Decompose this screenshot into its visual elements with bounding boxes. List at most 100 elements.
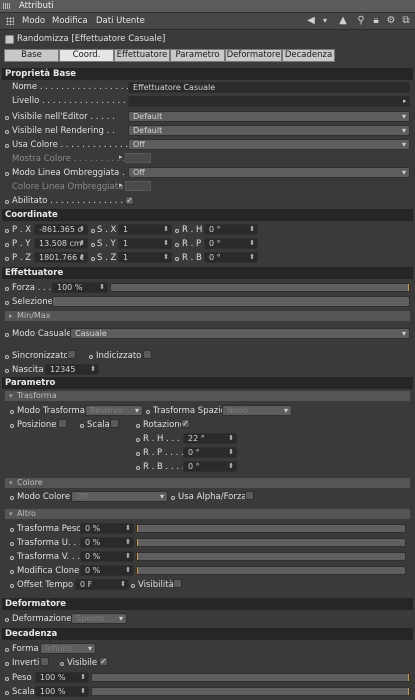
keyframe-dot-icon[interactable] [5,243,9,247]
slider-marker[interactable] [137,525,138,532]
modo-trasforma-select[interactable]: Relativo [85,405,143,416]
modo-casuale-select[interactable]: Casuale [70,328,410,339]
scala-slider-marker[interactable] [408,688,409,695]
expand-arrow-icon[interactable]: ▾ [9,509,13,519]
abilitato-checkbox[interactable]: ✓ [125,196,134,205]
keyframe-dot-icon[interactable] [91,243,95,247]
scala-decadenza-field[interactable]: 100 % [35,686,89,697]
lock-icon[interactable]: 🔒︎ [370,15,382,27]
livello-field[interactable] [128,96,410,107]
colore-linea-swatch[interactable] [125,181,151,191]
settings-icon[interactable]: ⚙ [385,15,397,27]
keyframe-dot-icon[interactable] [10,542,14,546]
subgroup-min-max[interactable]: ▸ Min/Max [5,311,410,321]
expand-arrow-icon[interactable]: ▾ [9,478,13,488]
keyframe-dot-icon[interactable] [5,172,9,176]
keyframe-dot-icon[interactable] [5,677,9,681]
forza-slider[interactable] [110,283,410,292]
keyframe-dot-icon[interactable] [136,438,140,442]
keyframe-dot-icon[interactable] [5,369,9,373]
keyframe-dot-icon[interactable] [171,496,175,500]
peso-slider-marker[interactable] [408,674,409,681]
slider-marker[interactable] [137,553,138,560]
usa-alpha-checkbox[interactable] [245,491,254,500]
trasforma-spazio-select[interactable]: Nodo [222,405,292,416]
tab-coord[interactable]: Coord. [59,49,114,62]
posizione-checkbox[interactable] [58,419,67,428]
py-field[interactable]: 13.508 cm [34,238,88,249]
rh-field[interactable]: 0 ° [204,224,258,235]
trasforma-v-field[interactable]: 0 % [80,551,134,562]
keyframe-dot-icon[interactable] [89,355,93,359]
keyframe-dot-icon[interactable] [5,333,9,337]
sincronizzato-checkbox[interactable] [67,350,76,359]
tab-deformatore[interactable]: Deformatore [225,49,282,62]
indicizzato-checkbox[interactable] [143,350,152,359]
modifica-clone-field[interactable]: 0 % [80,565,134,576]
modo-colore-select[interactable]: Off [71,491,168,502]
modifica-clone-slider[interactable] [136,566,406,575]
rotazione-checkbox[interactable]: ✓ [181,419,190,428]
scala-checkbox[interactable] [110,419,119,428]
keyframe-dot-icon[interactable] [10,424,14,428]
forza-slider-marker[interactable] [408,284,409,291]
keyframe-dot-icon[interactable] [5,648,9,652]
keyframe-dot-icon[interactable] [10,410,14,414]
slider-marker[interactable] [137,539,138,546]
keyframe-dot-icon[interactable] [5,200,9,204]
menu-dati-utente[interactable]: Dati Utente [96,16,145,26]
keyframe-dot-icon[interactable] [10,584,14,588]
menu-modifica[interactable]: Modifica [52,16,88,26]
nome-field[interactable]: Effettuatore Casuale [128,82,410,93]
usa-colore-select[interactable]: Off [128,139,410,150]
keyframe-dot-icon[interactable] [5,116,9,120]
offset-tempo-field[interactable]: 0 F [75,579,129,590]
keyframe-dot-icon[interactable] [146,410,150,414]
scala-decadenza-slider[interactable] [91,687,410,696]
keyframe-dot-icon[interactable] [131,584,135,588]
forza-field[interactable]: 100 % [52,282,108,293]
search-icon[interactable]: ⚲ [355,15,367,27]
livello-arrow-icon[interactable]: ▸ [403,97,407,105]
subgroup-colore[interactable]: ▾ Colore [5,478,410,488]
keyframe-dot-icon[interactable] [175,243,179,247]
expand-arrow-icon[interactable]: ▾ [9,391,13,401]
keyframe-dot-icon[interactable] [5,662,9,666]
sz-field[interactable]: 1 [118,252,172,263]
tab-effettuatore[interactable]: Effettuatore [114,49,170,62]
visibilita-checkbox[interactable] [173,579,182,588]
tab-parametro[interactable]: Parametro [170,49,225,62]
keyframe-dot-icon[interactable] [5,144,9,148]
keyframe-dot-icon[interactable] [5,287,9,291]
arrow-left-icon[interactable]: ◀ [305,15,317,27]
trasforma-peso-field[interactable]: 0 % [80,523,134,534]
collapse-arrow-icon[interactable]: ▸ [9,311,13,321]
menu-modo[interactable]: Modo [22,16,45,26]
expand-arrow-icon[interactable]: ▸ [119,153,123,161]
nascita-field[interactable]: 12345 [45,364,99,375]
dropdown-icon[interactable]: ▾ [319,15,331,27]
keyframe-dot-icon[interactable] [10,570,14,574]
keyframe-dot-icon[interactable] [5,618,9,622]
keyframe-dot-icon[interactable] [5,229,9,233]
expand-arrow-icon[interactable]: ▸ [119,181,123,189]
tab-base[interactable]: Base [4,49,59,62]
trasforma-peso-slider[interactable] [136,524,406,533]
px-field[interactable]: -861.365 c [34,224,88,235]
peso-field[interactable]: 100 % [35,672,89,683]
rp-field[interactable]: 0 ° [204,238,258,249]
keyframe-dot-icon[interactable] [136,452,140,456]
visibile-rendering-select[interactable]: Default [128,125,410,136]
visibile-editor-select[interactable]: Default [128,111,410,122]
keyframe-dot-icon[interactable] [175,229,179,233]
trasforma-v-slider[interactable] [136,552,406,561]
deformazione-select[interactable]: Spento [71,613,127,624]
keyframe-dot-icon[interactable] [80,424,84,428]
keyframe-dot-icon[interactable] [10,496,14,500]
tab-decadenza[interactable]: Decadenza [282,49,335,62]
peso-slider[interactable] [91,673,410,682]
keyframe-dot-icon[interactable] [5,691,9,695]
keyframe-dot-icon[interactable] [60,662,64,666]
modo-linea-select[interactable]: Off [128,167,410,178]
keyframe-dot-icon[interactable] [136,466,140,470]
